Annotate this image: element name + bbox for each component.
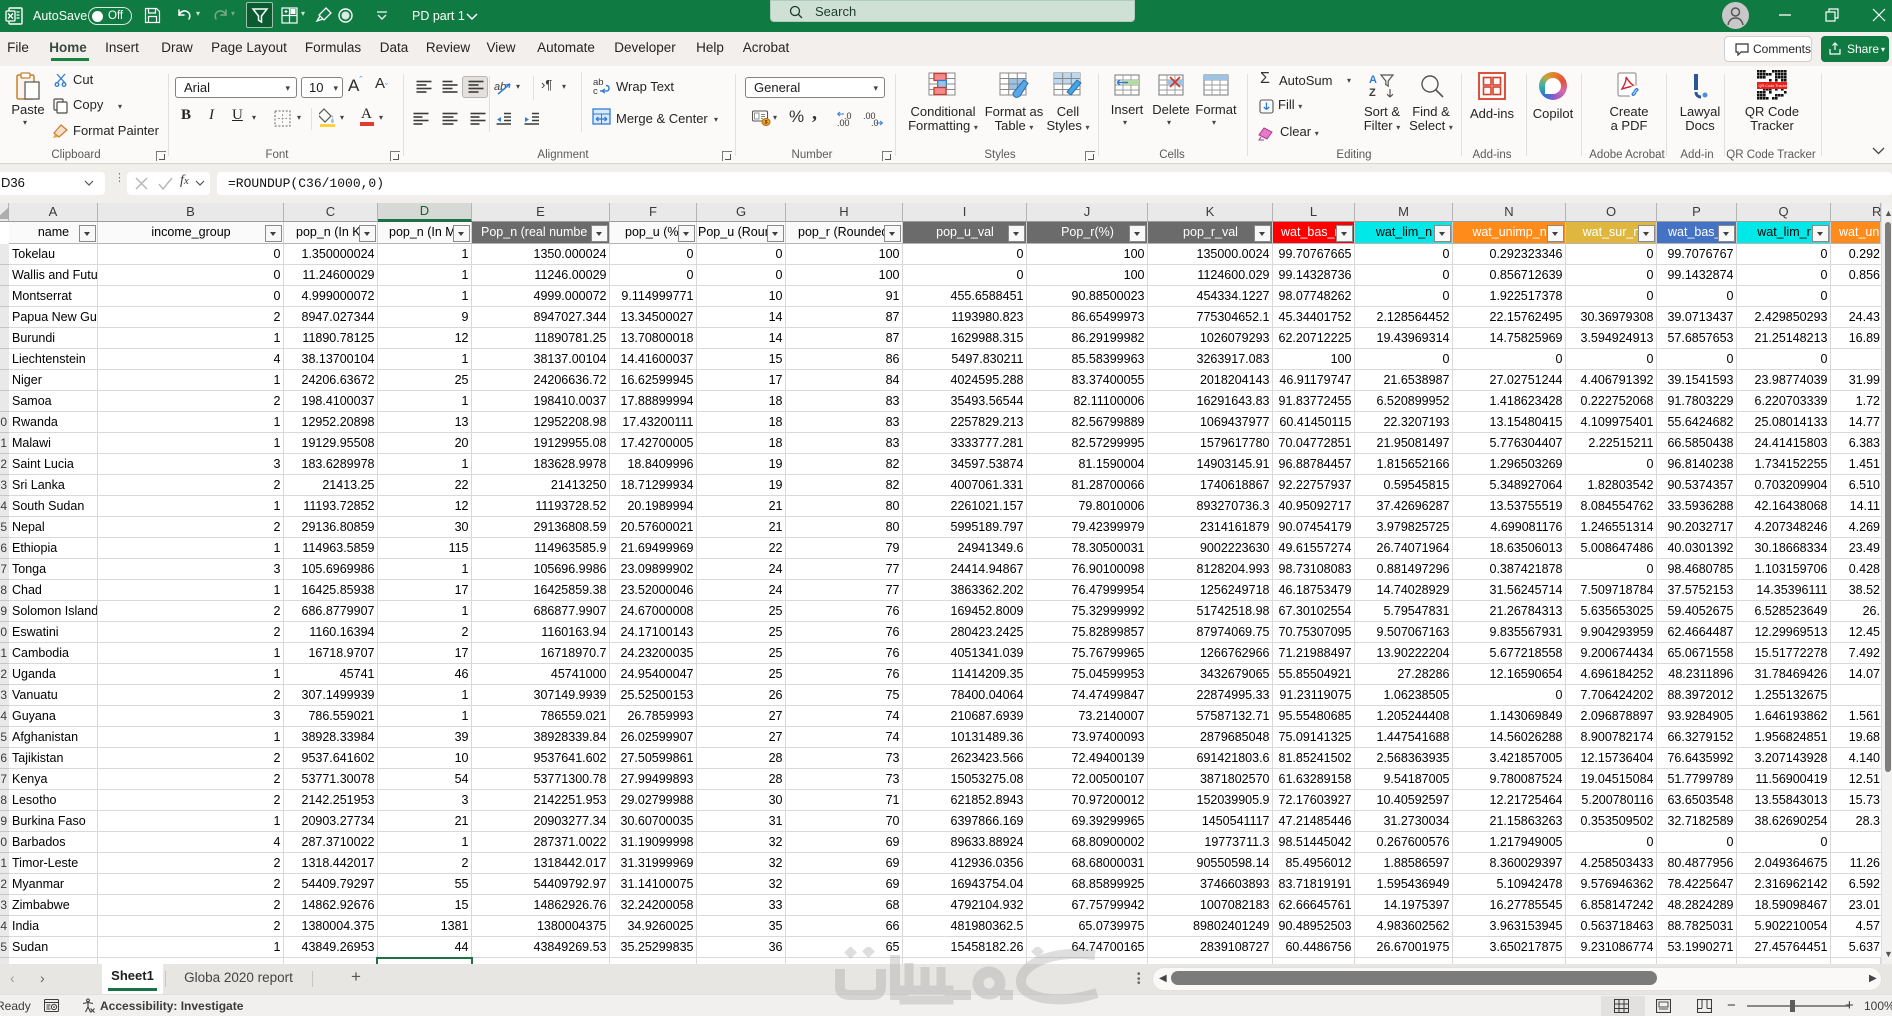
svg-text:ab: ab bbox=[494, 81, 506, 93]
svg-text:QR.Code.Tracker: QR.Code.Tracker bbox=[1759, 84, 1788, 88]
svg-text:Z: Z bbox=[1369, 87, 1376, 99]
svg-text:A: A bbox=[1369, 74, 1377, 86]
svg-text:.00: .00 bbox=[837, 118, 850, 127]
svg-text:c: c bbox=[593, 86, 598, 96]
